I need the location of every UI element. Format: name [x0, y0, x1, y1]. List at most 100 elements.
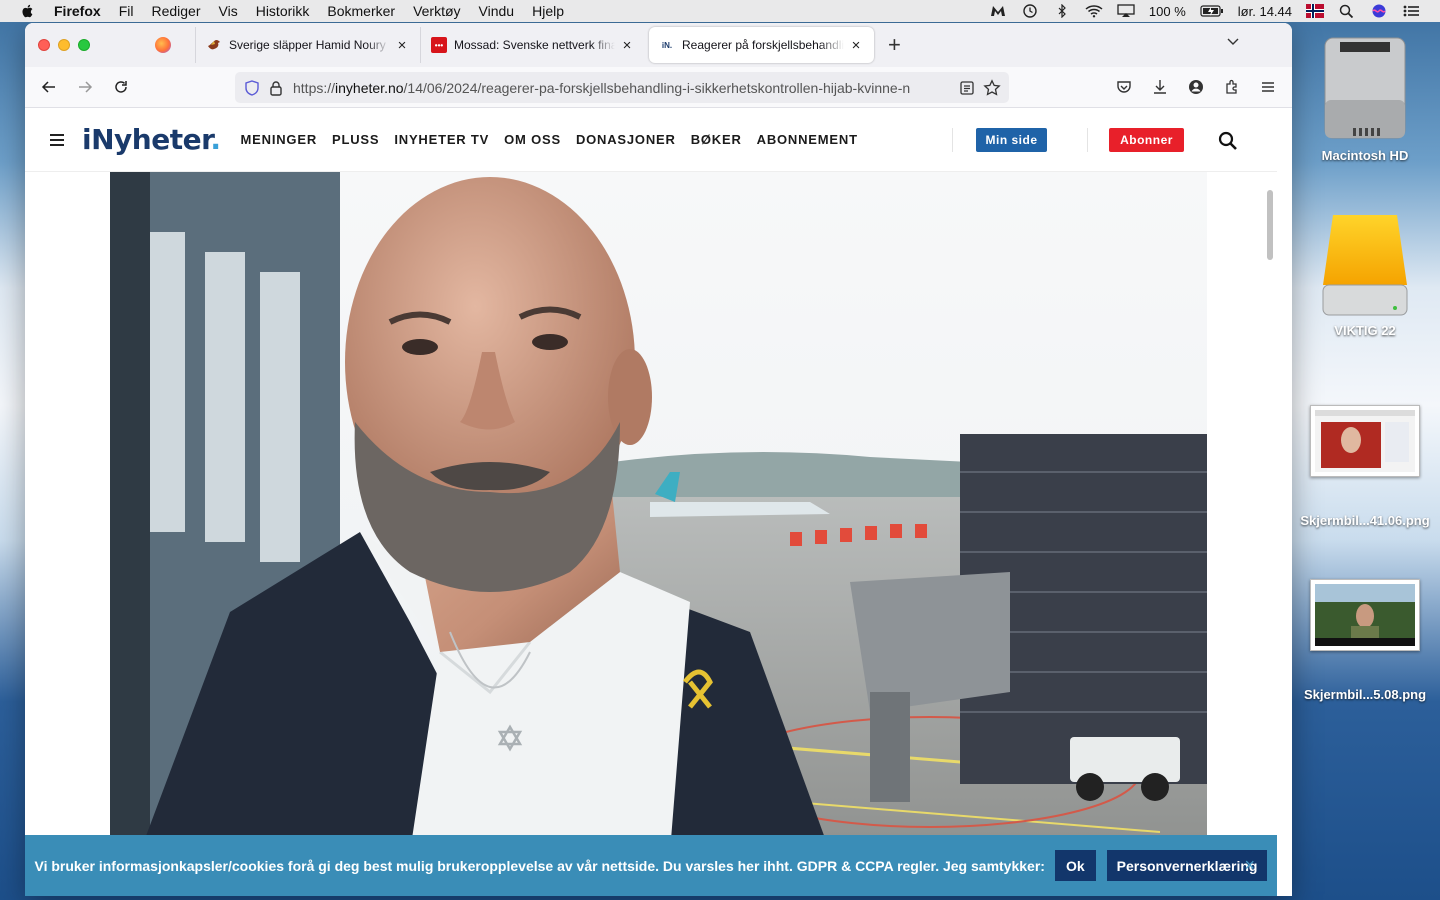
nav-inyheter-tv[interactable]: INYHETER TV [394, 132, 489, 147]
account-icon [1189, 80, 1203, 94]
extensions-button[interactable] [1214, 72, 1250, 102]
menu-app-firefox[interactable]: Firefox [54, 3, 101, 19]
tab-bar: Sverige släpper Hamid Noury i utbyte × •… [25, 23, 1292, 67]
menu-rediger[interactable]: Rediger [151, 3, 200, 19]
battery-icon[interactable] [1200, 4, 1224, 18]
menu-hjelp[interactable]: Hjelp [532, 3, 564, 19]
site-menu-icon[interactable] [50, 133, 64, 146]
menu-vindu[interactable]: Vindu [479, 3, 515, 19]
tab-title: Mossad: Svenske nettverk finansiert [454, 38, 615, 52]
divider [952, 128, 953, 152]
divider [1087, 128, 1088, 152]
desktop-item-label: Skjermbil...41.06.png [1300, 513, 1430, 528]
min-side-button[interactable]: Min side [976, 128, 1047, 152]
desktop-item-macintosh-hd[interactable]: Macintosh HD [1305, 30, 1425, 163]
wifi-icon[interactable] [1085, 4, 1103, 18]
close-icon[interactable]: × [1244, 855, 1255, 876]
tab-sverige[interactable]: Sverige släpper Hamid Noury i utbyte × [195, 27, 420, 63]
desktop-item-label: Skjermbil...5.08.png [1303, 687, 1427, 702]
nav-donasjoner[interactable]: DONASJONER [576, 132, 676, 147]
desktop-item-screenshot-2[interactable]: Skjermbil...5.08.png [1297, 579, 1433, 702]
bluetooth-icon[interactable] [1053, 4, 1071, 18]
chevron-down-icon[interactable] [1226, 35, 1240, 49]
desktop-item-screenshot-1[interactable]: Skjermbil...41.06.png [1297, 405, 1433, 528]
privacy-policy-button[interactable]: Personvernerklæring [1106, 850, 1268, 881]
menu-verktoy[interactable]: Verktøy [413, 3, 460, 19]
battery-percent: 100 % [1148, 3, 1186, 19]
tab-mossad[interactable]: ••• Mossad: Svenske nettverk finansiert … [420, 27, 645, 63]
nav-abonnement[interactable]: ABONNEMENT [757, 132, 858, 147]
reload-icon [115, 81, 127, 93]
url-host: inyheter.no [335, 79, 404, 96]
tab-title: Sverige släpper Hamid Noury i utbyte [229, 38, 390, 52]
tab-title: Reagerer på forskjellsbehandling i [682, 38, 844, 52]
page-content: iNyheter. MENINGER PLUSS INYHETER TV OM … [25, 108, 1277, 896]
account-button[interactable] [1178, 72, 1214, 102]
cookie-text: Vi bruker informasjonkapsler/cookies for… [34, 857, 1045, 874]
forward-button[interactable] [67, 72, 103, 102]
siri-icon[interactable] [1370, 4, 1388, 18]
cookie-consent-banner: Vi bruker informasjonkapsler/cookies for… [25, 835, 1277, 896]
arrow-right-icon [79, 81, 93, 93]
close-tab-icon[interactable]: × [619, 37, 635, 54]
reader-view-icon[interactable] [959, 80, 975, 96]
norwegian-flag-icon[interactable] [1306, 4, 1324, 18]
malwarebytes-icon[interactable] [989, 4, 1007, 18]
url-bar[interactable]: https://inyheter.no/14/06/2024/reagerer-… [235, 72, 1009, 103]
menu-vis[interactable]: Vis [219, 3, 238, 19]
close-tab-icon[interactable]: × [848, 37, 864, 54]
nav-boker[interactable]: BØKER [691, 132, 742, 147]
site-header: iNyheter. MENINGER PLUSS INYHETER TV OM … [25, 108, 1277, 172]
menubar-clock[interactable]: lør. 14.44 [1238, 4, 1292, 19]
download-icon [1154, 80, 1166, 94]
site-logo[interactable]: iNyheter. [82, 123, 221, 156]
tab-reagerer[interactable]: iN. Reagerer på forskjellsbehandling i × [649, 27, 874, 63]
puzzle-icon [1226, 79, 1237, 94]
site-nav: MENINGER PLUSS INYHETER TV OM OSS DONASJ… [241, 132, 858, 147]
desktop-item-viktig-22[interactable]: VIKTIG 22 [1305, 205, 1425, 338]
menu-bar: Firefox Fil Rediger Vis Historikk Bokmer… [0, 0, 1440, 22]
search-icon[interactable] [1218, 131, 1238, 151]
nav-meninger[interactable]: MENINGER [241, 132, 317, 147]
desktop-item-label: Macintosh HD [1321, 148, 1409, 163]
page-scrollbar[interactable] [1267, 190, 1273, 260]
browser-window: Sverige släpper Hamid Noury i utbyte × •… [25, 23, 1292, 896]
spotlight-search-icon[interactable] [1338, 4, 1356, 18]
tracking-protection-shield-icon[interactable] [244, 79, 260, 96]
pocket-button[interactable] [1106, 72, 1142, 102]
hamburger-menu-icon [1262, 82, 1274, 92]
menu-bokmerker[interactable]: Bokmerker [327, 3, 395, 19]
airplay-icon[interactable] [1117, 4, 1135, 18]
back-button[interactable] [31, 72, 67, 102]
pocket-icon [1117, 81, 1131, 93]
close-window-button[interactable] [38, 39, 50, 51]
bird-icon [206, 37, 222, 53]
screenshot-thumbnail [1310, 405, 1420, 477]
reload-button[interactable] [103, 72, 139, 102]
bookmark-star-icon[interactable] [983, 78, 1001, 97]
navigation-toolbar: https://inyheter.no/14/06/2024/reagerer-… [25, 67, 1292, 108]
apple-icon[interactable] [20, 3, 36, 19]
app-menu-button[interactable] [1250, 72, 1286, 102]
logo-text: iNyheter [82, 123, 211, 156]
abonner-button[interactable]: Abonner [1109, 128, 1184, 152]
time-machine-icon[interactable] [1021, 4, 1039, 18]
downloads-button[interactable] [1142, 72, 1178, 102]
desktop-item-label: VIKTIG 22 [1334, 323, 1396, 338]
logo-dot: . [210, 123, 221, 156]
window-controls [38, 39, 148, 51]
menu-fil[interactable]: Fil [119, 3, 134, 19]
news-icon: ••• [431, 37, 447, 53]
maximize-window-button[interactable] [78, 39, 90, 51]
url-text[interactable]: https://inyheter.no/14/06/2024/reagerer-… [293, 80, 951, 96]
nav-om-oss[interactable]: OM OSS [504, 132, 561, 147]
cookie-ok-button[interactable]: Ok [1054, 850, 1096, 881]
lock-icon[interactable] [269, 80, 283, 96]
minimize-window-button[interactable] [58, 39, 70, 51]
control-center-icon[interactable] [1402, 4, 1420, 18]
new-tab-button[interactable]: + [888, 32, 901, 58]
close-tab-icon[interactable]: × [394, 37, 410, 54]
nav-pluss[interactable]: PLUSS [332, 132, 379, 147]
firefox-view-icon[interactable] [155, 37, 171, 53]
menu-historikk[interactable]: Historikk [256, 3, 310, 19]
